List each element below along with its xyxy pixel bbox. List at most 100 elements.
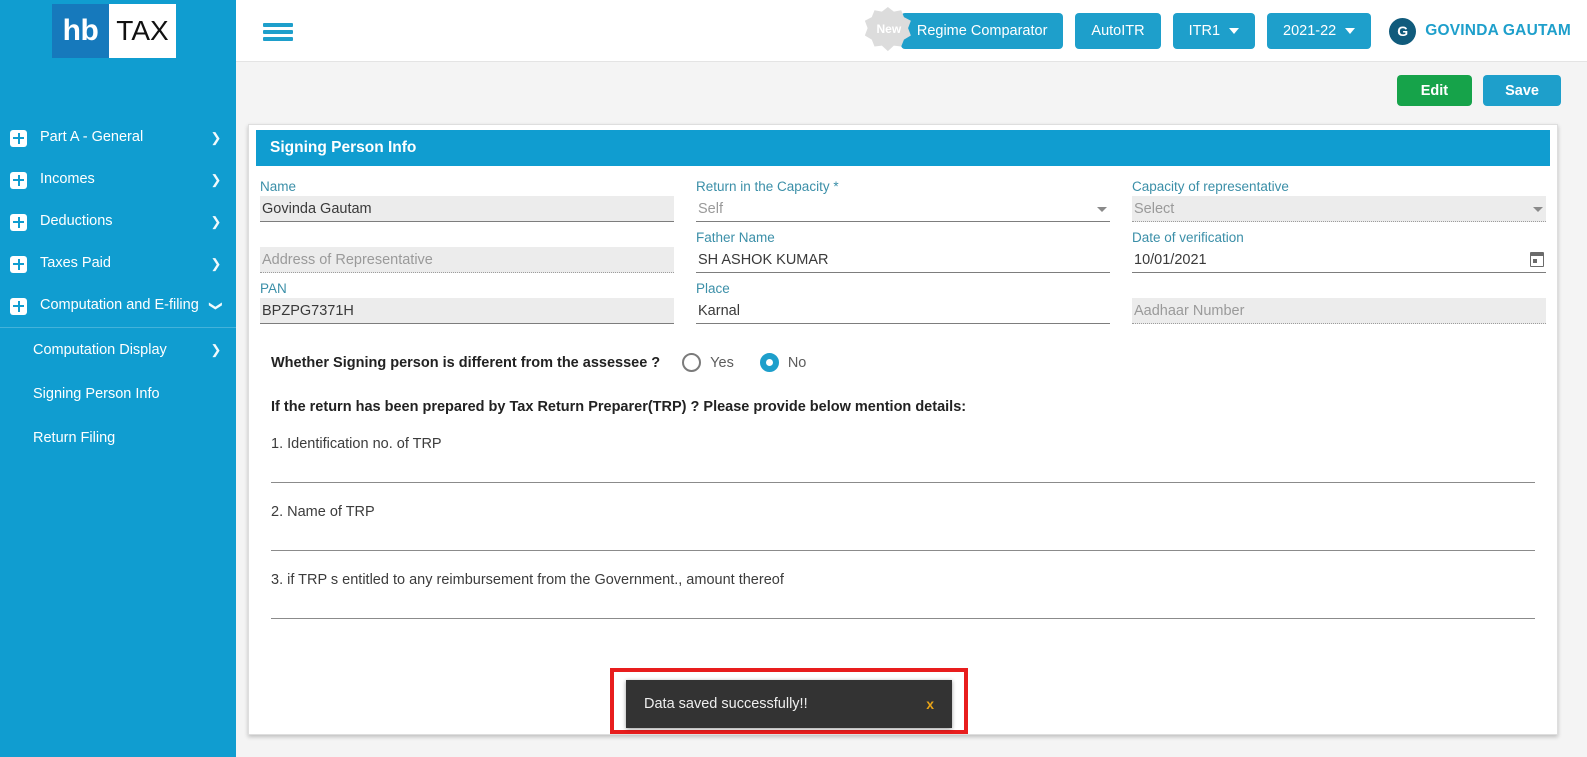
return-in-capacity-select[interactable]: Self xyxy=(696,196,1110,222)
name-input[interactable]: Govinda Gautam xyxy=(260,196,674,222)
sidebar-item-label: Taxes Paid xyxy=(40,255,111,272)
radio-yes-label: Yes xyxy=(710,354,734,371)
field-label xyxy=(260,229,674,247)
plus-box-icon xyxy=(10,297,27,315)
app-root: hb TAX Part A - General ❯ Incomes ❯ Dedu… xyxy=(0,0,1587,757)
trp-item-2-label: 2. Name of TRP xyxy=(271,504,375,520)
date-of-verification-input[interactable]: 10/01/2021 xyxy=(1132,247,1546,273)
app-logo[interactable]: hb TAX xyxy=(52,4,176,58)
form-field-date-of-verification: Date of verification 10/01/2021 xyxy=(1132,229,1546,280)
plus-box-icon xyxy=(10,255,27,273)
field-label: Name xyxy=(260,179,297,194)
itr-type-label: ITR1 xyxy=(1188,23,1221,39)
trp-identification-no-input[interactable] xyxy=(271,452,1535,483)
form-field-father-name: Father Name SH ASHOK KUMAR xyxy=(696,229,1110,280)
sidebar-subitem-label: Return Filing xyxy=(33,430,116,446)
calendar-icon[interactable] xyxy=(1530,252,1544,267)
assessment-year-dropdown[interactable]: 2021-22 xyxy=(1267,13,1372,49)
field-label: Place xyxy=(696,281,730,296)
action-row: Edit Save xyxy=(1396,75,1561,106)
father-name-input[interactable]: SH ASHOK KUMAR xyxy=(696,247,1110,273)
trp-item-3-label: 3. if TRP s entitled to any reimbursemen… xyxy=(271,572,784,588)
trp-item-3: 3. if TRP s entitled to any reimbursemen… xyxy=(271,551,1535,619)
signing-person-question-row: Whether Signing person is different from… xyxy=(271,353,1546,372)
trp-name-input[interactable] xyxy=(271,520,1535,551)
sidebar-item-incomes[interactable]: Incomes ❯ xyxy=(0,159,236,201)
form-field-capacity-of-representative: Capacity of representative Select xyxy=(1132,178,1546,229)
toast-highlight-outline: Data saved successfully!! x xyxy=(610,668,968,734)
form-field-place: Place Karnal xyxy=(696,280,1110,331)
return-in-capacity-value: Self xyxy=(698,200,723,217)
auto-itr-button[interactable]: AutoITR xyxy=(1075,13,1161,49)
capacity-of-representative-value: Select xyxy=(1134,200,1175,217)
radio-no-icon[interactable] xyxy=(759,353,779,372)
logo-hb-text: hb xyxy=(52,4,109,58)
plus-box-icon xyxy=(10,171,27,189)
regime-comparator-button[interactable]: Regime Comparator xyxy=(900,13,1064,49)
date-of-verification-value: 10/01/2021 xyxy=(1134,251,1207,268)
trp-item-1-label: 1. Identification no. of TRP xyxy=(271,436,442,452)
save-button[interactable]: Save xyxy=(1483,75,1561,106)
edit-button[interactable]: Edit xyxy=(1396,75,1473,106)
itr-type-dropdown[interactable]: ITR1 xyxy=(1172,13,1256,49)
trp-reimbursement-amount-input[interactable] xyxy=(271,588,1535,619)
field-label: Date of verification xyxy=(1132,230,1244,245)
sidebar-item-label: Part A - General xyxy=(40,129,144,146)
main-content: Edit Save Signing Person Info Name Govin… xyxy=(236,62,1587,757)
field-label: Return in the Capacity * xyxy=(696,179,839,194)
sidebar-item-computation-display[interactable]: Computation Display ❯ xyxy=(0,328,236,372)
radio-yes-icon[interactable] xyxy=(682,353,702,372)
chevron-down-icon xyxy=(1229,28,1240,34)
radio-option-yes[interactable]: Yes xyxy=(682,353,734,372)
sidebar-subitem-label: Computation Display xyxy=(33,342,167,358)
close-icon[interactable]: x xyxy=(926,696,934,712)
radio-option-no[interactable]: No xyxy=(759,353,807,372)
sidebar-item-label: Deductions xyxy=(40,213,113,230)
form-row-3: PAN BPZPG7371H Place Karnal Aadhaar Numb… xyxy=(260,280,1546,331)
chevron-down-icon xyxy=(1097,207,1107,212)
field-label: Capacity of representative xyxy=(1132,179,1289,194)
regime-comparator-wrap: New Regime Comparator xyxy=(864,7,1064,52)
form-field-name: Name Govinda Gautam xyxy=(260,178,674,229)
form-field-return-capacity: Return in the Capacity * Self xyxy=(696,178,1110,229)
field-label: PAN xyxy=(260,281,287,296)
chevron-right-icon: ❯ xyxy=(210,342,222,357)
signing-person-radio-group: Yes No xyxy=(682,353,806,372)
place-input[interactable]: Karnal xyxy=(696,298,1110,324)
sidebar-item-part-a-general[interactable]: Part A - General ❯ xyxy=(0,117,236,159)
user-name-label: GOVINDA GAUTAM xyxy=(1425,22,1571,39)
form-row-1: Name Govinda Gautam Return in the Capaci… xyxy=(260,178,1546,229)
user-menu[interactable]: G GOVINDA GAUTAM xyxy=(1389,17,1575,45)
trp-item-2: 2. Name of TRP xyxy=(271,483,1535,551)
pan-input[interactable]: BPZPG7371H xyxy=(260,298,674,324)
address-of-representative-input[interactable]: Address of Representative xyxy=(260,247,674,273)
radio-no-label: No xyxy=(787,354,807,371)
page-title: Signing Person Info xyxy=(256,130,1550,166)
trp-item-1: 1. Identification no. of TRP xyxy=(271,415,1535,483)
toast-notification: Data saved successfully!! x xyxy=(626,680,952,728)
topbar-actions: New Regime Comparator AutoITR ITR1 2021-… xyxy=(864,0,1575,62)
sidebar-nav: Part A - General ❯ Incomes ❯ Deductions … xyxy=(0,117,236,460)
sidebar: hb TAX Part A - General ❯ Incomes ❯ Dedu… xyxy=(0,0,236,757)
chevron-down-icon xyxy=(1533,207,1543,212)
sidebar-item-computation-and-e-filing[interactable]: Computation and E-filing ❯ xyxy=(0,285,236,327)
capacity-of-representative-select[interactable]: Select xyxy=(1132,196,1546,222)
sidebar-item-taxes-paid[interactable]: Taxes Paid ❯ xyxy=(0,243,236,285)
chevron-right-icon: ❯ xyxy=(210,172,222,187)
sidebar-item-return-filing[interactable]: Return Filing xyxy=(0,416,236,460)
signing-person-info-card: Signing Person Info Name Govinda Gautam … xyxy=(248,124,1558,735)
sidebar-item-deductions[interactable]: Deductions ❯ xyxy=(0,201,236,243)
sidebar-item-signing-person-info[interactable]: Signing Person Info xyxy=(0,372,236,416)
hamburger-icon[interactable] xyxy=(263,20,293,42)
plus-box-icon xyxy=(10,213,27,231)
chevron-down-icon: ❯ xyxy=(209,300,224,312)
sidebar-subnav: Computation Display ❯ Signing Person Inf… xyxy=(0,327,236,460)
aadhaar-number-input[interactable]: Aadhaar Number xyxy=(1132,298,1546,324)
avatar: G xyxy=(1389,17,1417,45)
sidebar-subitem-label: Signing Person Info xyxy=(33,386,160,402)
chevron-down-icon xyxy=(1345,28,1356,34)
chevron-right-icon: ❯ xyxy=(210,256,222,271)
chevron-right-icon: ❯ xyxy=(210,130,222,145)
field-label xyxy=(1132,280,1546,298)
assessment-year-label: 2021-22 xyxy=(1283,23,1337,39)
